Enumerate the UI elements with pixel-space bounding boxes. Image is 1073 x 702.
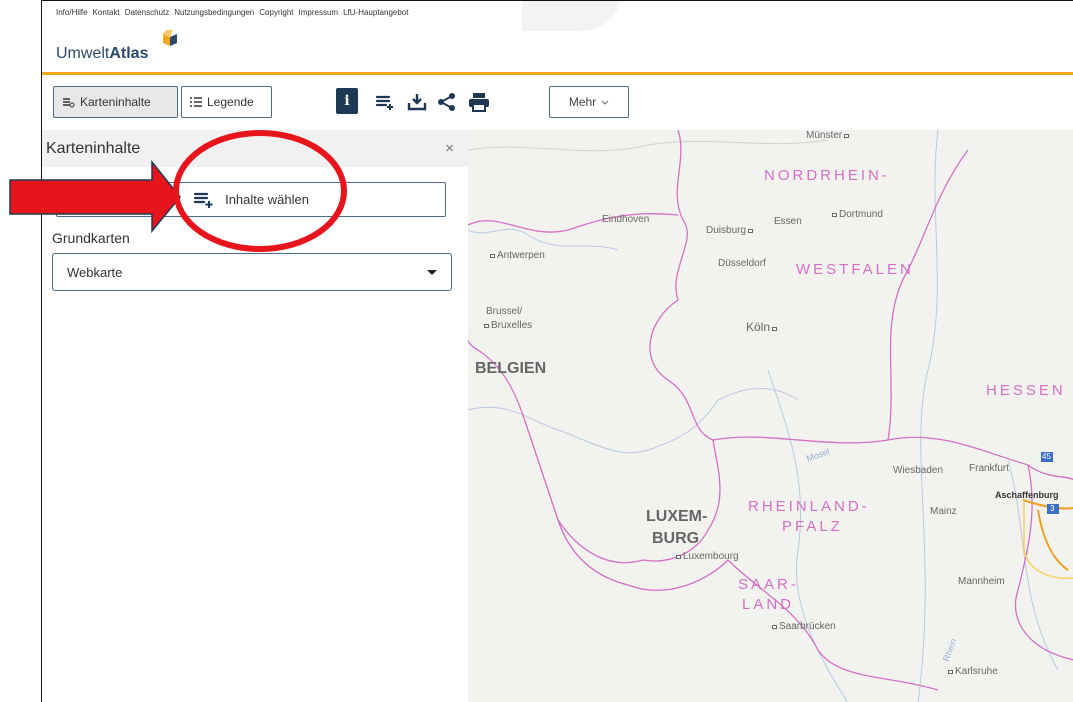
link-nutzungsbedingungen[interactable]: Nutzungsbedingungen (174, 8, 254, 17)
country-luxem: LUXEM- (646, 508, 708, 525)
region-pfalz: PFALZ (782, 518, 843, 535)
country-burg: BURG (652, 530, 700, 547)
city-essen: Essen (774, 216, 802, 227)
brand-suffix: Atlas (109, 45, 149, 62)
download-icon[interactable] (404, 89, 430, 115)
city-dortmund: Dortmund (830, 209, 883, 220)
city-brussel: Brussel/ (486, 306, 523, 317)
map-lines (468, 130, 1073, 702)
region-nordrhein: NORDRHEIN- (764, 167, 890, 184)
city-bruxelles: Bruxelles (482, 320, 532, 331)
close-icon[interactable]: × (445, 140, 454, 157)
inhalte-waehlen-label: Inhalte wählen (225, 192, 309, 207)
legende-label: Legende (207, 95, 254, 109)
chevron-down-icon (601, 100, 609, 105)
legende-button[interactable]: Legende (181, 86, 272, 118)
print-icon[interactable] (466, 89, 492, 115)
grundkarten-value: Webkarte (67, 264, 123, 280)
list-icon (190, 97, 202, 107)
add-layers-icon (193, 192, 213, 208)
city-luxembourg: Luxembourg (674, 551, 739, 562)
shield-3: 3 (1050, 504, 1055, 513)
karteninhalte-panel: Karteninhalte × Inhalte wählen Grundkart… (42, 130, 468, 702)
city-mainz: Mainz (930, 506, 957, 517)
city-antwerpen: Antwerpen (488, 250, 545, 261)
inhalte-waehlen-button[interactable]: Inhalte wählen (56, 182, 446, 217)
region-hessen: HESSEN (986, 382, 1066, 399)
map-canvas[interactable]: 45 3 Münster Eindhoven Essen Dortmund Du… (468, 130, 1073, 702)
mehr-button[interactable]: Mehr (549, 86, 629, 118)
city-duisburg: Duisburg (706, 225, 755, 236)
top-links: Info/Hilfe Kontakt Datenschutz Nutzungsb… (56, 8, 408, 17)
share-icon[interactable] (434, 89, 460, 115)
caret-down-icon (427, 269, 437, 275)
brand-logo-text[interactable]: UmweltAtlas (56, 45, 148, 63)
city-aschaffenburg: Aschaffenburg (995, 490, 1059, 500)
brand-prefix: Umwelt (56, 45, 110, 62)
app-frame: Info/Hilfe Kontakt Datenschutz Nutzungsb… (41, 0, 1073, 702)
region-rheinland: RHEINLAND- (748, 498, 870, 515)
shield-45: 45 (1042, 452, 1051, 461)
panel-title: Karteninhalte (46, 139, 141, 157)
header-divider (42, 72, 1073, 75)
link-impressum[interactable]: Impressum (299, 8, 339, 17)
city-saarbruecken: Saarbrücken (770, 621, 836, 632)
karteninhalte-label: Karteninhalte (80, 95, 151, 109)
city-frankfurt: Frankfurt (969, 463, 1010, 474)
city-koeln: Köln (746, 320, 779, 334)
link-datenschutz[interactable]: Datenschutz (125, 8, 169, 17)
region-land: LAND (742, 596, 795, 613)
city-wiesbaden: Wiesbaden (893, 465, 944, 476)
city-duesseldorf: Düsseldorf (718, 258, 766, 269)
city-mannheim: Mannheim (958, 576, 1005, 587)
layers-icon (63, 97, 75, 107)
add-layers-icon[interactable] (372, 89, 398, 115)
grundkarten-label: Grundkarten (52, 230, 130, 246)
info-icon[interactable]: i (336, 88, 358, 114)
umweltatlas-logo-icon (163, 30, 177, 46)
city-eindhoven: Eindhoven (602, 214, 650, 225)
region-saar: SAAR- (738, 576, 799, 593)
country-belgien: BELGIEN (475, 360, 547, 377)
region-westfalen: WESTFALEN (796, 261, 914, 278)
header-decoration (522, 1, 622, 31)
city-karlsruhe: Karlsruhe (946, 666, 998, 677)
karteninhalte-button[interactable]: Karteninhalte (53, 86, 178, 118)
link-kontakt[interactable]: Kontakt (93, 8, 120, 17)
grundkarten-select[interactable]: Webkarte (52, 253, 452, 291)
panel-header: Karteninhalte × (42, 130, 468, 167)
city-muenster: Münster (806, 130, 851, 141)
link-info[interactable]: Info/Hilfe (56, 8, 88, 17)
mehr-label: Mehr (568, 95, 597, 109)
link-lfu-hauptangebot[interactable]: LfU-Hauptangebot (343, 8, 408, 17)
link-copyright[interactable]: Copyright (259, 8, 293, 17)
